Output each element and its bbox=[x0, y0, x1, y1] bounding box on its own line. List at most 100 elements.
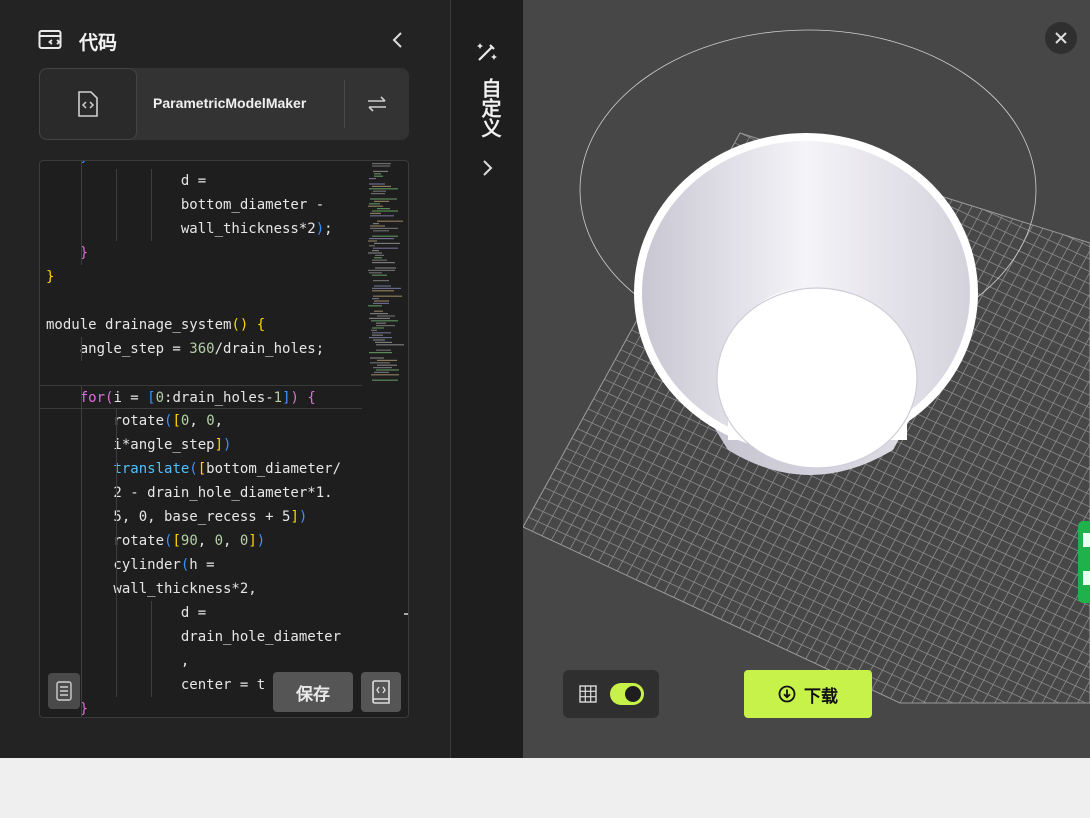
indent-guide bbox=[151, 673, 152, 697]
file-card-divider bbox=[344, 80, 345, 128]
code-line[interactable]: drain_hole_diameter bbox=[40, 625, 362, 649]
indent-guide bbox=[81, 386, 82, 410]
book-icon bbox=[372, 680, 390, 704]
code-file-icon bbox=[78, 91, 98, 117]
code-editor[interactable]: } d = bottom_diameter - wall_thickness*2… bbox=[39, 160, 409, 718]
download-label: 下载 bbox=[804, 686, 838, 707]
download-button[interactable]: 下载 bbox=[744, 670, 872, 718]
code-token: ; bbox=[324, 221, 333, 237]
code-line[interactable]: wall_thickness*2); bbox=[40, 217, 362, 241]
outline-button[interactable] bbox=[48, 673, 80, 709]
indent-guide bbox=[81, 217, 82, 241]
code-token: 1 bbox=[273, 390, 283, 406]
code-panel-header: 代码 bbox=[38, 26, 410, 56]
code-line[interactable] bbox=[40, 361, 362, 385]
panel-title: 代码 bbox=[79, 32, 118, 54]
chevron-right-icon[interactable] bbox=[477, 157, 497, 179]
file-card[interactable]: ParametricModelMaker bbox=[39, 68, 409, 140]
grid-toggle[interactable] bbox=[610, 683, 644, 705]
indent-guide bbox=[116, 193, 117, 217]
docs-button[interactable] bbox=[361, 672, 401, 712]
indent-guide bbox=[81, 241, 82, 265]
indent-guide bbox=[81, 505, 82, 529]
code-line[interactable]: for(i = [0:drain_holes-1]) { bbox=[40, 385, 362, 410]
code-line[interactable]: rotate([90, 0, 0]) bbox=[40, 529, 362, 553]
indent-guide bbox=[116, 481, 117, 505]
code-line[interactable]: module drainage_system() { bbox=[40, 313, 362, 337]
code-line[interactable]: d = bbox=[40, 169, 362, 193]
code-token: rotate bbox=[46, 413, 165, 429]
code-token: translate bbox=[113, 461, 190, 477]
model-scene[interactable] bbox=[523, 0, 1090, 758]
indent-guide bbox=[81, 193, 82, 217]
indent-guide bbox=[151, 601, 152, 625]
code-line[interactable]: d = bbox=[40, 601, 362, 625]
side-tab-mark bbox=[1083, 571, 1090, 585]
code-token: [ bbox=[197, 461, 207, 477]
code-token: 5, 0, base_recess + 5 bbox=[46, 509, 291, 525]
indent-guide bbox=[151, 625, 152, 649]
grid-icon bbox=[579, 685, 597, 703]
code-token: rotate bbox=[46, 533, 165, 549]
grid-toggle-group bbox=[563, 670, 659, 718]
close-button[interactable] bbox=[1045, 22, 1077, 54]
indent-guide bbox=[116, 577, 117, 601]
indent-guide bbox=[81, 553, 82, 577]
code-line[interactable]: bottom_diameter - bbox=[40, 193, 362, 217]
customize-label[interactable]: 自定义 bbox=[473, 78, 502, 138]
swap-button[interactable] bbox=[355, 88, 399, 120]
code-line[interactable]: cylinder(h = bbox=[40, 553, 362, 577]
code-line[interactable]: rotate([0, 0, bbox=[40, 409, 362, 433]
code-line[interactable]: wall_thickness*2, bbox=[40, 577, 362, 601]
indent-guide bbox=[151, 217, 152, 241]
code-token: ) bbox=[223, 437, 232, 453]
list-icon bbox=[56, 681, 72, 701]
code-token: { bbox=[307, 390, 316, 406]
indent-guide bbox=[151, 169, 152, 193]
magic-wand-icon[interactable] bbox=[475, 40, 499, 64]
code-token: 360 bbox=[189, 341, 215, 357]
code-lines[interactable]: } d = bottom_diameter - wall_thickness*2… bbox=[40, 161, 362, 717]
code-line[interactable]: translate([bottom_diameter/ bbox=[40, 457, 362, 481]
code-line[interactable]: angle_step = 360/drain_holes; bbox=[40, 337, 362, 361]
code-line[interactable]: } bbox=[40, 265, 362, 289]
side-feedback-tab[interactable] bbox=[1078, 521, 1090, 603]
code-token: for bbox=[79, 390, 106, 406]
chevron-left-icon[interactable] bbox=[388, 29, 408, 51]
code-line[interactable] bbox=[40, 289, 362, 313]
code-token: d = bbox=[46, 173, 207, 189]
indent-guide bbox=[81, 625, 82, 649]
code-token: wall_thickness*2 bbox=[46, 221, 316, 237]
indent-guide bbox=[116, 601, 117, 625]
indent-guide bbox=[81, 649, 82, 673]
code-panel: 代码 ParametricModelMaker d = bottom_diame… bbox=[0, 0, 450, 758]
code-line[interactable]: } bbox=[40, 241, 362, 265]
indent-guide bbox=[81, 161, 82, 169]
code-token: [ bbox=[172, 533, 181, 549]
file-icon-box bbox=[39, 68, 137, 140]
code-token: [ bbox=[147, 390, 156, 406]
code-token: ] bbox=[290, 509, 299, 525]
scrollbar-marker bbox=[404, 613, 408, 615]
code-token: 90 bbox=[180, 533, 198, 549]
code-line[interactable]: i*angle_step]) bbox=[40, 433, 362, 457]
indent-guide bbox=[116, 457, 117, 481]
code-token: :drain_holes- bbox=[164, 390, 274, 406]
indent-guide bbox=[81, 529, 82, 553]
toggle-knob bbox=[625, 686, 641, 702]
indent-guide bbox=[81, 697, 82, 717]
model-viewer[interactable]: 下载 bbox=[523, 0, 1090, 758]
code-token: [ bbox=[172, 413, 181, 429]
code-token: h = bbox=[189, 557, 215, 573]
code-token: wall_thickness*2, bbox=[46, 581, 257, 597]
code-line[interactable]: 2 - drain_hole_diameter*1. bbox=[40, 481, 362, 505]
code-line[interactable]: , bbox=[40, 649, 362, 673]
code-line[interactable]: } bbox=[40, 161, 362, 169]
code-line[interactable]: 5, 0, base_recess + 5]) bbox=[40, 505, 362, 529]
indent-guide bbox=[81, 601, 82, 625]
code-minimap[interactable] bbox=[366, 161, 406, 718]
save-button[interactable]: 保存 bbox=[273, 672, 353, 712]
